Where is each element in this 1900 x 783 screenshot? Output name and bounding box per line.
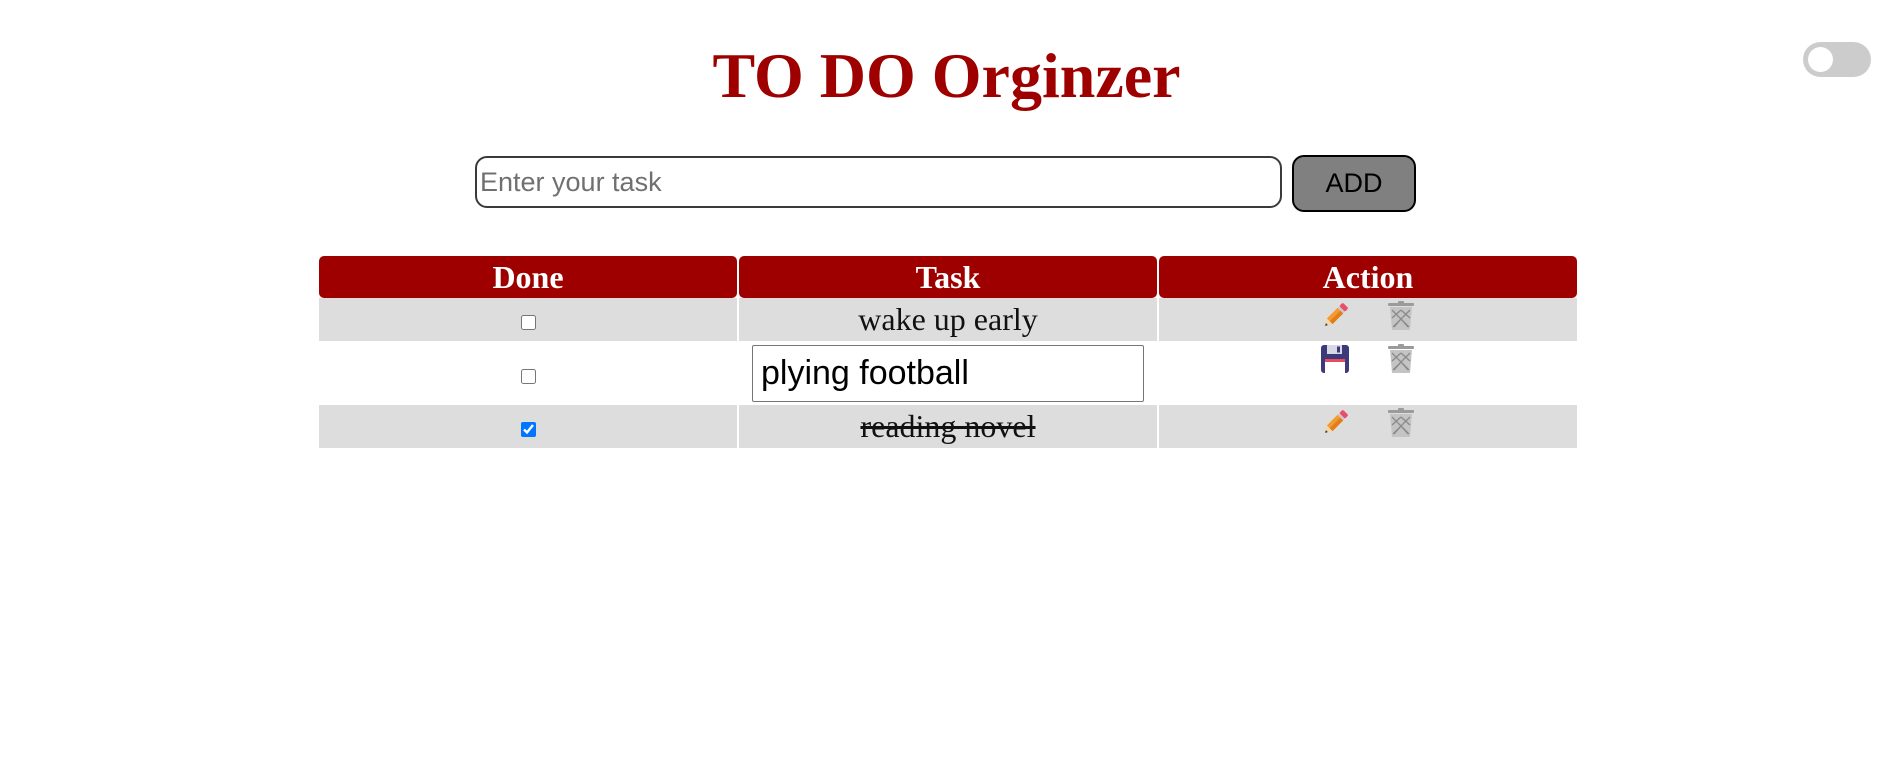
edit-task-input[interactable]	[752, 344, 1144, 402]
todo-table: Done Task Action wake up early plying fo…	[317, 256, 1579, 448]
task-text: reading novel	[860, 408, 1036, 444]
action-cell	[1159, 298, 1577, 341]
trash-icon[interactable]	[1385, 407, 1417, 439]
task-cell	[739, 341, 1157, 405]
done-cell	[319, 341, 737, 405]
page-title: TO DO Orginzer	[712, 40, 1181, 111]
trash-icon[interactable]	[1385, 300, 1417, 332]
table-row: reading novel	[319, 405, 1577, 448]
add-button[interactable]: ADD	[1292, 155, 1416, 212]
done-cell	[319, 405, 737, 448]
table-row: wake up early	[319, 298, 1577, 341]
done-checkbox[interactable]	[520, 422, 536, 438]
header-task: Task	[739, 256, 1157, 298]
action-cell	[1159, 405, 1577, 448]
task-cell: reading novel	[739, 405, 1157, 448]
action-cell	[1159, 341, 1577, 405]
pencil-icon[interactable]	[1319, 407, 1351, 439]
pencil-icon[interactable]	[1319, 300, 1351, 332]
trash-icon[interactable]	[1385, 343, 1417, 375]
task-input[interactable]	[475, 156, 1282, 208]
table-header-row: Done Task Action	[319, 256, 1577, 298]
task-cell: wake up early	[739, 298, 1157, 341]
header-done: Done	[319, 256, 737, 298]
done-checkbox[interactable]	[520, 315, 536, 331]
table-row	[319, 341, 1577, 405]
task-text: wake up early	[858, 301, 1038, 337]
floppy-disk-icon[interactable]	[1319, 343, 1351, 375]
done-checkbox[interactable]	[520, 368, 536, 384]
header-action: Action	[1159, 256, 1577, 298]
done-cell	[319, 298, 737, 341]
